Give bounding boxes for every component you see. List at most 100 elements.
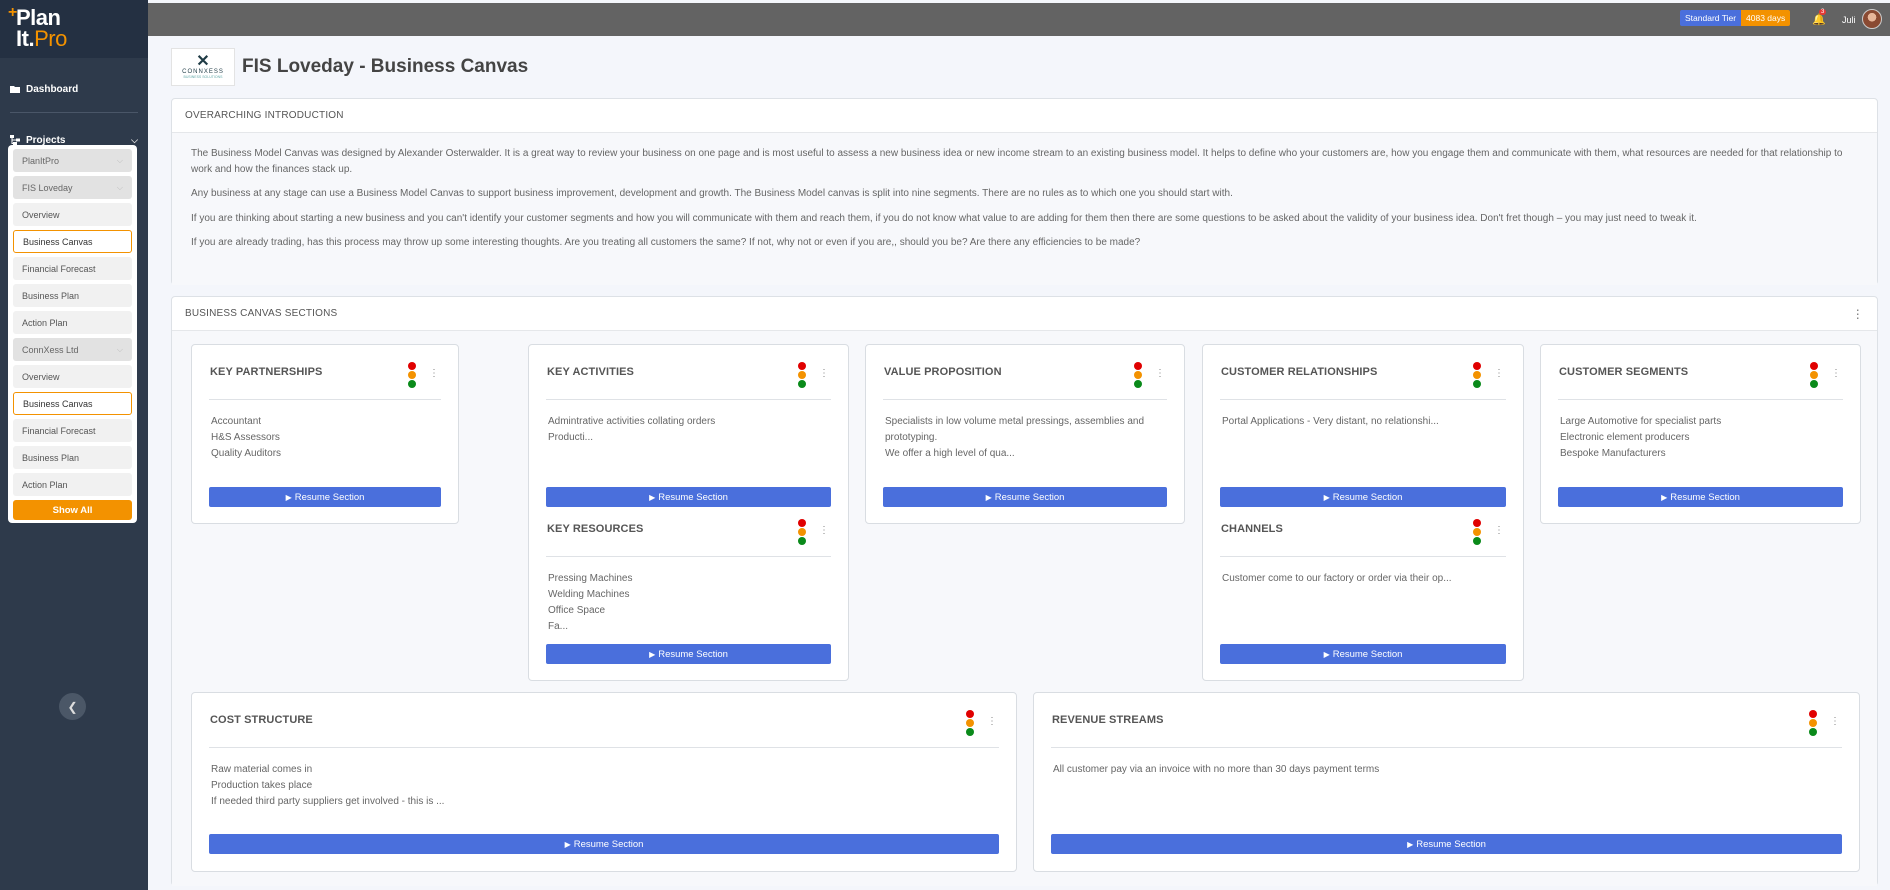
summary-line: Pressing Machines: [548, 573, 633, 584]
logo-line-1: Plan: [16, 5, 61, 30]
resume-section-button[interactable]: ▶ Resume Section: [209, 487, 441, 507]
page-header: ✕ CONNXESS BUSINESS SOLUTIONS FIS Loveda…: [171, 48, 528, 86]
avatar[interactable]: [1862, 9, 1882, 29]
project-connxess[interactable]: ConnXess Ltd ⌵: [13, 338, 132, 361]
section-summary: Specialists in low volume metal pressing…: [883, 400, 1167, 462]
rag-status-icon[interactable]: [798, 362, 806, 389]
section-summary: Large Automotive for specialist parts El…: [1558, 400, 1843, 462]
kebab-menu-icon[interactable]: ⋮: [819, 525, 829, 536]
project-item-business-canvas[interactable]: Business Canvas: [13, 230, 132, 253]
summary-line: Specialists in low volume metal pressing…: [885, 416, 1145, 427]
section-title: REVENUE STREAMS: [1052, 714, 1164, 726]
logo-pro: Pro: [34, 26, 67, 51]
project-fis-loveday[interactable]: FIS Loveday ⌵: [13, 176, 132, 199]
days-remaining: 4083 days: [1741, 10, 1791, 26]
more-options-icon[interactable]: ⋮: [1852, 307, 1864, 321]
section-summary: Pressing Machines Welding Machines Offic…: [546, 557, 831, 635]
resume-section-button[interactable]: ▶ Resume Section: [546, 644, 831, 664]
summary-line: Welding Machines: [548, 589, 630, 600]
nav-divider: [10, 112, 138, 113]
kebab-menu-icon[interactable]: ⋮: [1155, 368, 1165, 379]
resume-section-button[interactable]: ▶ Resume Section: [1051, 834, 1842, 854]
logo-it: It.: [16, 26, 35, 51]
project-item-overview[interactable]: Overview: [13, 365, 132, 388]
summary-line: Raw material comes in: [211, 764, 313, 775]
intro-paragraph: If you are already trading, has this pro…: [191, 237, 1141, 248]
section-summary: All customer pay via an invoice with no …: [1051, 748, 1842, 778]
project-item-business-plan[interactable]: Business Plan: [13, 284, 132, 307]
rag-status-icon[interactable]: [408, 362, 416, 389]
section-title: CUSTOMER SEGMENTS: [1559, 366, 1689, 378]
project-item-action-plan[interactable]: Action Plan: [13, 311, 132, 334]
kebab-menu-icon[interactable]: ⋮: [1494, 368, 1504, 379]
play-icon: ▶: [1323, 649, 1330, 659]
intro-paragraph: If you are thinking about starting a new…: [191, 212, 1697, 224]
tier-label: Standard Tier: [1680, 10, 1742, 26]
resume-section-button[interactable]: ▶ Resume Section: [1220, 644, 1506, 664]
resume-section-button[interactable]: ▶ Resume Section: [1558, 487, 1843, 507]
company-logo-tagline: BUSINESS SOLUTIONS: [183, 75, 223, 79]
sections-heading: BUSINESS CANVAS SECTIONS: [185, 308, 338, 319]
tile-customer-segments: CUSTOMER SEGMENTS ⋮ Large Automotive for…: [1540, 344, 1861, 524]
summary-line: prototyping.: [885, 432, 938, 443]
intro-heading: OVERARCHING INTRODUCTION: [172, 99, 1877, 133]
summary-line: Accountant: [211, 416, 262, 427]
app-logo[interactable]: + Plan It.Pro: [0, 0, 148, 58]
section-title: CUSTOMER RELATIONSHIPS: [1221, 366, 1378, 378]
resume-section-button[interactable]: ▶ Resume Section: [883, 487, 1167, 507]
resume-label: Resume Section: [1332, 491, 1403, 503]
rag-status-icon[interactable]: [1473, 362, 1481, 389]
section-revenue-streams: REVENUE STREAMS ⋮ All customer pay via a…: [1051, 693, 1842, 861]
resume-label: Resume Section: [658, 648, 728, 660]
project-item-business-canvas[interactable]: Business Canvas: [13, 392, 132, 415]
rag-status-icon[interactable]: [1809, 710, 1817, 737]
notifications-button[interactable]: 🔔 3: [1812, 9, 1827, 26]
sections-body: KEY PARTNERSHIPS ⋮ Accountant H&S Assess…: [172, 331, 1877, 886]
rag-status-icon[interactable]: [1810, 362, 1818, 389]
rag-status-icon[interactable]: [966, 710, 974, 737]
nav-dashboard[interactable]: Dashboard: [0, 75, 148, 103]
kebab-menu-icon[interactable]: ⋮: [1494, 525, 1504, 536]
play-icon: ▶: [1661, 492, 1668, 502]
rag-status-icon[interactable]: [798, 519, 806, 546]
section-header: COST STRUCTURE ⋮: [209, 693, 999, 748]
kebab-menu-icon[interactable]: ⋮: [429, 368, 439, 379]
summary-line: H&S Assessors: [211, 432, 280, 443]
section-header: CHANNELS ⋮: [1220, 502, 1506, 557]
top-bar: Standard Tier 4083 days 🔔 3 Juli: [148, 3, 1890, 36]
summary-line: Bespoke Manufacturers: [1560, 448, 1666, 459]
project-planitpro[interactable]: PlanItPro ⌵: [13, 149, 132, 172]
kebab-menu-icon[interactable]: ⋮: [819, 368, 829, 379]
project-item-financial-forecast[interactable]: Financial Forecast: [13, 257, 132, 280]
chevron-down-icon: ⌵: [116, 344, 123, 354]
kebab-menu-icon[interactable]: ⋮: [987, 716, 997, 727]
tile-activities-resources: KEY ACTIVITIES ⋮ Admintrative activities…: [528, 344, 849, 681]
resume-label: Resume Section: [994, 491, 1065, 503]
section-header: CUSTOMER SEGMENTS ⋮: [1558, 345, 1843, 400]
kebab-menu-icon[interactable]: ⋮: [1830, 716, 1840, 727]
section-title: KEY PARTNERSHIPS: [210, 366, 323, 378]
rag-status-icon[interactable]: [1473, 519, 1481, 546]
logo-line-2: It.Pro: [16, 28, 148, 50]
resume-label: Resume Section: [1416, 838, 1486, 850]
section-title: VALUE PROPOSITION: [884, 366, 1002, 378]
project-item-action-plan[interactable]: Action Plan: [13, 473, 132, 496]
section-key-activities: KEY ACTIVITIES ⋮ Admintrative activities…: [546, 345, 831, 507]
section-summary: Portal Applications - Very distant, no r…: [1220, 400, 1506, 430]
logo-plus: +: [8, 4, 18, 21]
chevron-down-icon: ⌵: [116, 182, 123, 192]
rag-status-icon[interactable]: [1134, 362, 1142, 389]
show-all-button[interactable]: Show All: [13, 500, 132, 520]
project-label: FIS Loveday: [22, 182, 73, 193]
project-item-financial-forecast[interactable]: Financial Forecast: [13, 419, 132, 442]
kebab-menu-icon[interactable]: ⋮: [1831, 368, 1841, 379]
collapse-sidebar-button[interactable]: ❮: [59, 693, 86, 720]
project-item-business-plan[interactable]: Business Plan: [13, 446, 132, 469]
resume-section-button[interactable]: ▶ Resume Section: [209, 834, 999, 854]
sidebar: + Plan It.Pro Dashboard Projects ⌵ PlanI…: [0, 0, 148, 890]
intro-paragraph: The Business Model Canvas was designed b…: [191, 148, 1843, 175]
subscription-badge[interactable]: Standard Tier 4083 days: [1680, 10, 1791, 26]
project-item-overview[interactable]: Overview: [13, 203, 132, 226]
sitemap-icon: [10, 135, 20, 145]
user-name[interactable]: Juli: [1842, 15, 1856, 25]
